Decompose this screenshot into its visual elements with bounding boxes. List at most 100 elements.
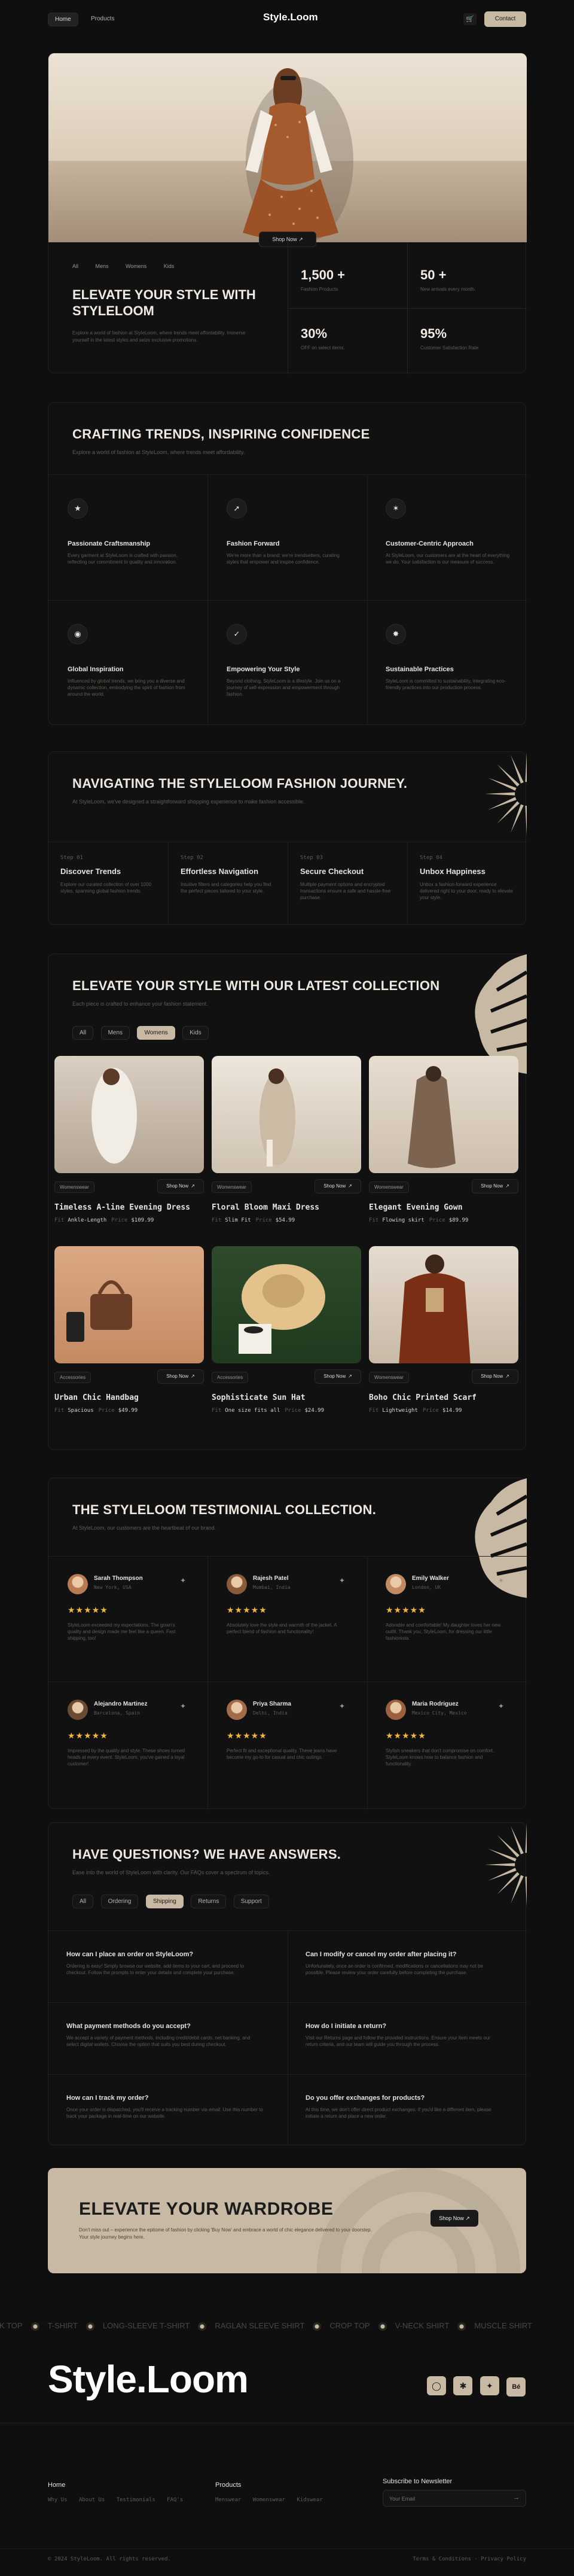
footer-link[interactable]: Womenswear — [253, 2497, 285, 2503]
collection-title: ELEVATE YOUR STYLE WITH OUR LATEST COLLE… — [72, 978, 440, 993]
arrow-up-right-icon: ↗ — [348, 1374, 352, 1379]
footer-link[interactable]: Why Us — [48, 2497, 68, 2503]
hero-tab[interactable]: Womens — [126, 263, 146, 269]
arrow-up-right-icon: ↗ — [505, 1183, 509, 1189]
journey-step-title: Effortless Navigation — [181, 867, 259, 876]
journey-step-title: Discover Trends — [60, 867, 121, 876]
twitter-icon[interactable]: ✦ — [180, 1702, 186, 1710]
stat-value: 30% — [301, 326, 328, 341]
faq-tab[interactable]: Ordering — [100, 1895, 139, 1908]
cta-desc: Don't miss out – experience the epitome … — [79, 2227, 372, 2240]
footer-link[interactable]: Testimonials — [117, 2497, 155, 2503]
collection-tab[interactable]: All — [72, 1026, 94, 1040]
product-name: Sophisticate Sun Hat — [212, 1393, 306, 1402]
faq-item[interactable]: How do I initiate a return? Visit our Ret… — [288, 2002, 527, 2074]
faq-tab[interactable]: Shipping — [145, 1895, 184, 1908]
faq-sub: Ease into the world of StyleLoom with cl… — [72, 1869, 270, 1875]
twitter-icon[interactable]: ✦ — [180, 1576, 186, 1585]
footer-link[interactable]: Menswear — [215, 2497, 241, 2503]
trend-item: ✓ Empowering Your Style Beyond clothing, S… — [219, 600, 357, 720]
fit-label: Fit — [212, 1217, 222, 1223]
product-image — [369, 1056, 518, 1173]
journey-sub: At StyleLoom, we've designed a straightf… — [72, 799, 305, 805]
product-meta: Fit Flowing skirt Price $89.99 — [369, 1217, 468, 1223]
faq-item[interactable]: Do you offer exchanges for products? At t… — [288, 2074, 527, 2146]
product-shop-now-button[interactable]: Shop Now ↗ — [472, 1179, 518, 1193]
faq-divider — [288, 2002, 527, 2003]
nav-home[interactable]: Home — [48, 13, 78, 26]
faq-item[interactable]: Can I modify or cancel my order after pl… — [306, 1931, 515, 2002]
hero-tab[interactable]: Kids — [164, 263, 175, 269]
marquee-dot — [198, 2322, 207, 2331]
rating-stars: ★★★★★ — [386, 1731, 426, 1740]
product-shop-now-button[interactable]: Shop Now ↗ — [315, 1369, 361, 1384]
faq-tab[interactable]: Returns — [191, 1895, 227, 1908]
product-shop-now-button[interactable]: Shop Now ↗ — [157, 1179, 204, 1193]
nav-products[interactable]: Products — [91, 16, 114, 22]
trends-section: CRAFTING TRENDS, INSPIRING CONFIDENCE Ex… — [48, 402, 527, 726]
product-shop-now-button[interactable]: Shop Now ↗ — [157, 1369, 204, 1384]
faq-item[interactable]: How can I place an order on StyleLoom? Or… — [66, 1931, 276, 2002]
trend-title: Empowering Your Style — [227, 666, 300, 673]
hero-tab[interactable]: Mens — [95, 263, 108, 269]
faq-item[interactable]: How can I track my order? Once your order… — [48, 2074, 288, 2146]
testimonial-name: Rajesh Patel — [253, 1575, 289, 1582]
marquee-dot — [457, 2322, 466, 2331]
collection-tab[interactable]: Mens — [100, 1026, 130, 1040]
faq-item[interactable]: What payment methods do you accept? We ac… — [48, 2002, 288, 2074]
avatar — [386, 1574, 406, 1594]
footer-link[interactable]: Kidswear — [297, 2497, 322, 2503]
journey-step: Step 02 Effortless Navigation Intuitive fi… — [168, 842, 288, 925]
footer-link[interactable]: FAQ's — [167, 2497, 183, 2503]
faq-tab[interactable]: Support — [233, 1895, 269, 1908]
logo[interactable]: Style.Loom — [263, 11, 318, 23]
avatar — [227, 1700, 247, 1720]
fit-label: Fit — [212, 1408, 222, 1414]
product-card[interactable]: Womenswear Shop Now ↗ Floral Bloom Maxi Dre… — [212, 1056, 361, 1235]
product-card[interactable]: Womenswear Shop Now ↗ Elegant Evening Gown F… — [369, 1056, 518, 1235]
email-input[interactable] — [389, 2494, 503, 2504]
testimonial-location: Mexico City, Mexico — [412, 1710, 467, 1716]
hero-tab[interactable]: All — [72, 263, 78, 269]
faq-question: What payment methods do you accept? — [66, 2023, 191, 2030]
faq-tab[interactable]: All — [72, 1895, 94, 1908]
collection-tab[interactable]: Womens — [137, 1026, 175, 1040]
hero-image — [48, 53, 527, 242]
twitter-icon[interactable]: ✦ — [339, 1576, 345, 1585]
trend-item: ➚ Fashion Forward We're more than a brand;… — [219, 474, 357, 594]
behance-icon[interactable]: Bé — [506, 2377, 526, 2397]
pinterest-icon[interactable]: ✱ — [453, 2376, 473, 2395]
collection-tab[interactable]: Kids — [182, 1026, 209, 1040]
contact-button[interactable]: Contact — [484, 11, 526, 27]
stat-item: 1,500 + Fashion Products — [301, 267, 345, 292]
twitter-icon[interactable]: ✦ — [498, 1576, 504, 1585]
cart-icon[interactable]: 🛒 — [463, 13, 477, 25]
price-label: Price — [422, 1408, 439, 1414]
product-shop-now-button[interactable]: Shop Now ↗ — [315, 1179, 361, 1193]
instagram-icon[interactable]: ◯ — [427, 2376, 446, 2395]
product-price: $14.99 — [442, 1408, 462, 1414]
twitter-icon[interactable]: ✦ — [480, 2376, 499, 2395]
shop-now-label: Shop Now — [323, 1183, 346, 1189]
product-card[interactable]: Accessories Shop Now ↗ Urban Chic Handbag Fi… — [54, 1246, 204, 1426]
product-card[interactable]: Womenswear Shop Now ↗ Timeless A-line Eveni… — [54, 1056, 204, 1235]
cta-shop-now-button[interactable]: Shop Now ↗ — [430, 2210, 478, 2227]
product-name: Floral Bloom Maxi Dress — [212, 1203, 320, 1212]
testimonials-section: THE STYLELOOM TESTIMONIAL COLLECTION. At… — [48, 1478, 527, 1810]
product-image — [212, 1246, 361, 1363]
twitter-icon[interactable]: ✦ — [498, 1702, 504, 1710]
avatar — [227, 1574, 247, 1594]
privacy-link[interactable]: Privacy Policy — [481, 2556, 526, 2562]
marquee-dot — [30, 2322, 39, 2331]
send-arrow-icon[interactable]: → — [513, 2494, 520, 2501]
rating-stars: ★★★★★ — [68, 1605, 108, 1615]
footer-link[interactable]: About Us — [79, 2497, 105, 2503]
rating-stars: ★★★★★ — [227, 1605, 267, 1615]
trend-title: Passionate Craftsmanship — [68, 540, 151, 547]
terms-link[interactable]: Terms & Conditions — [413, 2556, 471, 2562]
product-card[interactable]: Accessories Shop Now ↗ Sophisticate Sun Hat… — [212, 1246, 361, 1426]
product-shop-now-button[interactable]: Shop Now ↗ — [472, 1369, 518, 1384]
twitter-icon[interactable]: ✦ — [339, 1702, 345, 1710]
product-card[interactable]: Womenswear Shop Now ↗ Boho Chic Printed Sca… — [369, 1246, 518, 1426]
newsletter-form: → — [383, 2490, 526, 2507]
